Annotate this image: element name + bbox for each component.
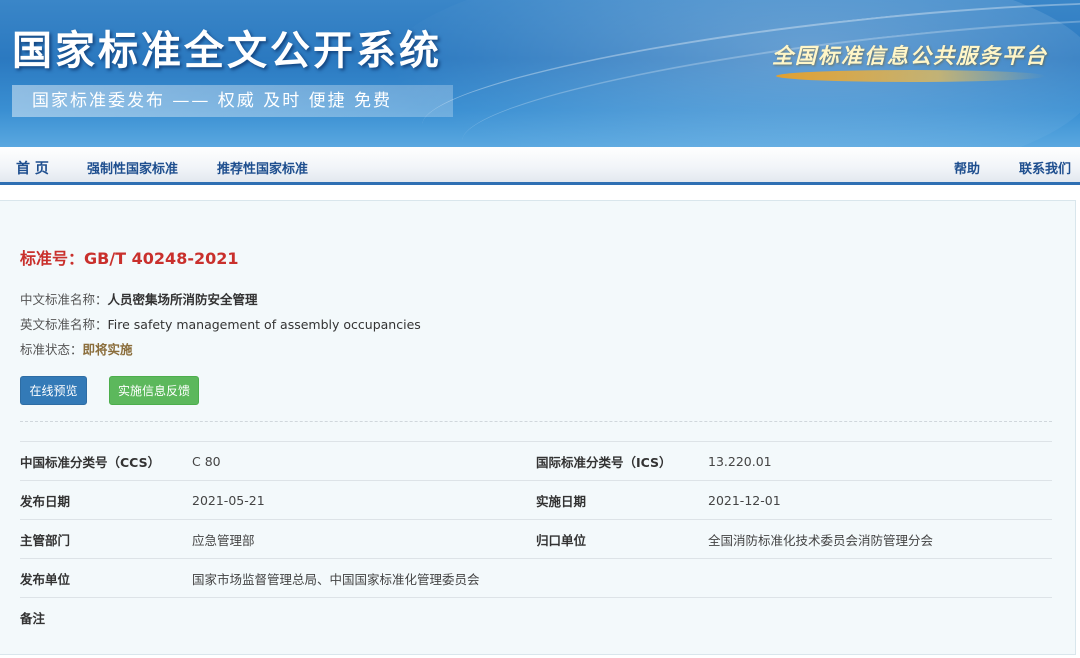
publisher-label: 发布单位 <box>20 558 192 598</box>
nav-mandatory-standards[interactable]: 强制性国家标准 <box>87 158 178 177</box>
implement-date-value: 2021-12-01 <box>708 480 1052 520</box>
publisher-value: 国家市场监督管理总局、中国国家标准化管理委员会 <box>192 558 1052 598</box>
platform-name: 全国标准信息公共服务平台 <box>772 43 1048 68</box>
dept-value: 应急管理部 <box>192 519 536 559</box>
table-row: 备注 <box>20 597 1052 637</box>
standard-info-table: 中国标准分类号（CCS） C 80 国际标准分类号（ICS） 13.220.01… <box>20 441 1052 637</box>
status-value: 即将实施 <box>82 342 133 357</box>
table-row: 中国标准分类号（CCS） C 80 国际标准分类号（ICS） 13.220.01 <box>20 441 1052 481</box>
cn-name-value: 人员密集场所消防安全管理 <box>107 292 258 307</box>
site-title: 国家标准全文公开系统 <box>12 27 442 74</box>
site-banner: 国家标准全文公开系统 国家标准委发布 —— 权威 及时 便捷 免费 全国标准信息… <box>0 0 1080 147</box>
platform-swoosh <box>776 70 1046 82</box>
ics-label: 国际标准分类号（ICS） <box>536 441 708 481</box>
nav-recommended-standards[interactable]: 推荐性国家标准 <box>217 158 308 177</box>
dept-label: 主管部门 <box>20 519 192 559</box>
table-row: 发布日期 2021-05-21 实施日期 2021-12-01 <box>20 480 1052 520</box>
en-name-label: 英文标准名称： <box>20 317 108 332</box>
nav-contact[interactable]: 联系我们 <box>1019 158 1071 177</box>
en-name-row: 英文标准名称：Fire safety management of assembl… <box>20 314 421 333</box>
standard-detail-panel: 标准号：GB/T 40248-2021 中文标准名称：人员密集场所消防安全管理 … <box>0 200 1076 655</box>
cn-name-row: 中文标准名称：人员密集场所消防安全管理 <box>20 289 258 308</box>
status-label: 标准状态： <box>20 342 83 357</box>
online-preview-button[interactable]: 在线预览 <box>20 376 87 405</box>
main-nav: 首 页 强制性国家标准 推荐性国家标准 帮助 联系我们 <box>0 147 1080 185</box>
remark-label: 备注 <box>20 597 192 637</box>
nav-help[interactable]: 帮助 <box>954 158 980 177</box>
implement-date-label: 实施日期 <box>536 480 708 520</box>
publish-date-label: 发布日期 <box>20 480 192 520</box>
owner-label: 归口单位 <box>536 519 708 559</box>
table-row: 发布单位 国家市场监督管理总局、中国国家标准化管理委员会 <box>20 558 1052 598</box>
standard-number: 标准号：GB/T 40248-2021 <box>20 249 239 268</box>
ccs-label: 中国标准分类号（CCS） <box>20 441 192 481</box>
divider <box>20 421 1052 422</box>
ics-value: 13.220.01 <box>708 441 1052 481</box>
implementation-feedback-button[interactable]: 实施信息反馈 <box>109 376 199 405</box>
status-row: 标准状态：即将实施 <box>20 339 133 358</box>
owner-value: 全国消防标准化技术委员会消防管理分会 <box>708 519 1052 559</box>
publish-date-value: 2021-05-21 <box>192 480 536 520</box>
ccs-value: C 80 <box>192 441 536 481</box>
cn-name-label: 中文标准名称： <box>20 292 108 307</box>
en-name-value: Fire safety management of assembly occup… <box>107 317 421 332</box>
site-slogan: 国家标准委发布 —— 权威 及时 便捷 免费 <box>12 85 453 117</box>
remark-value <box>192 597 1052 637</box>
nav-home[interactable]: 首 页 <box>16 158 49 178</box>
table-row: 主管部门 应急管理部 归口单位 全国消防标准化技术委员会消防管理分会 <box>20 519 1052 559</box>
